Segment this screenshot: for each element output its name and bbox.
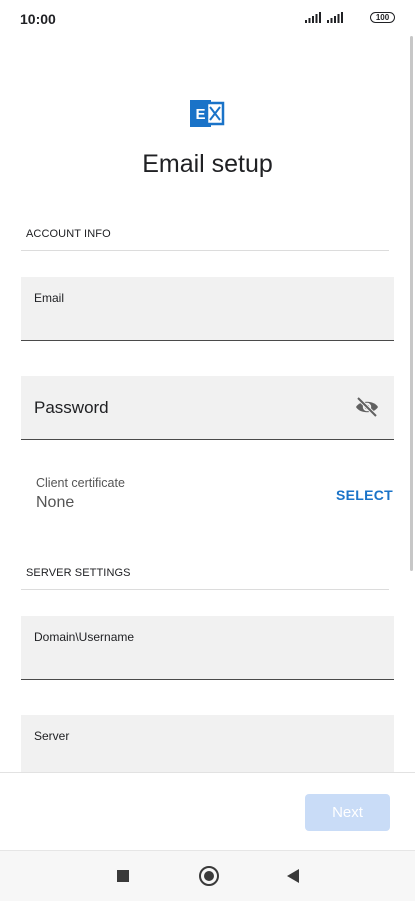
client-certificate-value: None <box>36 494 75 511</box>
section-header-server-settings: SERVER SETTINGS <box>26 567 131 579</box>
svg-text:E: E <box>195 106 205 123</box>
back-icon[interactable] <box>287 869 300 883</box>
page-title: Email setup <box>142 150 273 178</box>
select-certificate-button[interactable]: SELECT <box>336 487 393 503</box>
scrollbar[interactable] <box>410 36 413 571</box>
email-field[interactable]: Email <box>21 277 394 341</box>
server-label: Server <box>34 729 70 743</box>
home-icon[interactable] <box>199 866 219 886</box>
client-certificate-label: Client certificate <box>36 476 125 490</box>
domain-username-label: Domain\Username <box>34 630 135 644</box>
bottom-action-bar: Next <box>0 772 415 851</box>
divider <box>21 589 389 590</box>
password-label: Password <box>34 398 109 417</box>
recents-icon[interactable] <box>117 870 129 882</box>
visibility-off-icon[interactable] <box>354 396 380 418</box>
status-time: 10:00 <box>20 11 56 27</box>
domain-username-field[interactable]: Domain\Username <box>21 616 394 680</box>
battery-icon: 100 <box>370 12 395 23</box>
status-bar: 10:00 100 <box>0 0 415 36</box>
signal-icon <box>327 12 343 23</box>
section-header-account-info: ACCOUNT INFO <box>26 228 111 240</box>
divider <box>21 250 389 251</box>
server-field[interactable]: Server <box>21 715 394 772</box>
email-label: Email <box>34 291 65 305</box>
exchange-icon: E <box>190 100 225 127</box>
signal-icon <box>305 12 321 23</box>
next-button[interactable]: Next <box>305 794 390 831</box>
password-field[interactable]: Password <box>21 376 394 440</box>
system-nav-bar <box>0 850 415 901</box>
